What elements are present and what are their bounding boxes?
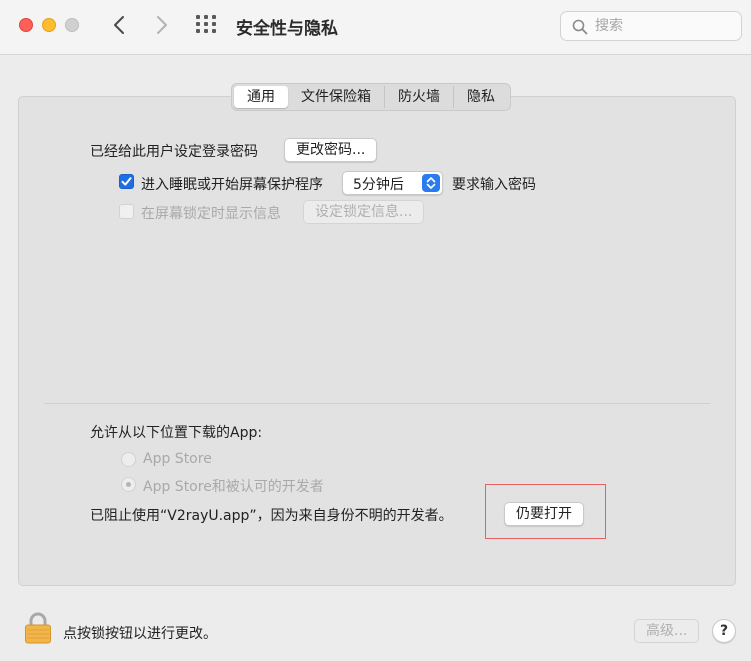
checkmark-icon [121, 177, 132, 186]
radio-app-store-identified-developers[interactable] [121, 477, 136, 492]
require-password-checkbox[interactable] [119, 174, 134, 189]
tab-bar: 通用 文件保险箱 防火墙 隐私 [231, 83, 511, 111]
require-password-suffix: 要求输入密码 [452, 177, 536, 193]
password-set-label: 已经给此用户设定登录密码 [90, 144, 258, 160]
close-window-button[interactable] [19, 18, 33, 32]
search-icon [572, 19, 588, 35]
radio-app-store-identified-developers-label: App Store和被认可的开发者 [143, 479, 324, 495]
forward-button[interactable] [150, 12, 174, 38]
change-password-button[interactable]: 更改密码... [284, 138, 378, 162]
lock-button[interactable] [24, 612, 52, 648]
require-password-delay-select[interactable]: 5分钟后 [342, 171, 443, 195]
require-password-delay-value: 5分钟后 [353, 177, 404, 193]
tab-filevault[interactable]: 文件保险箱 [288, 86, 385, 108]
zoom-window-button[interactable] [65, 18, 79, 32]
open-anyway-button[interactable]: 仍要打开 [504, 502, 584, 526]
show-lock-message-checkbox[interactable] [119, 204, 134, 219]
show-all-button[interactable] [196, 15, 218, 37]
advanced-button[interactable]: 高级... [634, 619, 700, 643]
forward-chevron-icon [157, 16, 167, 34]
radio-selected-dot [126, 482, 131, 487]
blocked-app-message: 已阻止使用“V2rayU.app”，因为来自身份不明的开发者。 [90, 508, 453, 524]
radio-app-store[interactable] [121, 452, 136, 467]
search-input[interactable] [595, 16, 735, 36]
updown-arrows-icon [422, 174, 440, 192]
back-chevron-icon [114, 16, 124, 34]
show-lock-message-label: 在屏幕锁定时显示信息 [141, 206, 281, 222]
search-field[interactable] [560, 11, 742, 41]
tab-firewall[interactable]: 防火墙 [385, 86, 454, 108]
window-toolbar: 安全性与隐私 [0, 0, 751, 55]
padlock-icon [25, 612, 51, 644]
radio-app-store-label: App Store [143, 451, 212, 467]
section-divider [44, 403, 710, 404]
tab-privacy[interactable]: 隐私 [454, 86, 508, 108]
window-title: 安全性与隐私 [236, 19, 338, 39]
back-button[interactable] [107, 12, 131, 38]
help-button[interactable]: ? [712, 619, 736, 643]
tab-general[interactable]: 通用 [234, 86, 288, 108]
set-lock-message-button[interactable]: 设定锁定信息... [303, 200, 425, 224]
lock-hint-text: 点按锁按钮以进行更改。 [63, 626, 217, 642]
require-password-label: 进入睡眠或开始屏幕保护程序 [141, 177, 323, 193]
download-source-heading: 允许从以下位置下载的App: [90, 425, 263, 441]
minimize-window-button[interactable] [42, 18, 56, 32]
